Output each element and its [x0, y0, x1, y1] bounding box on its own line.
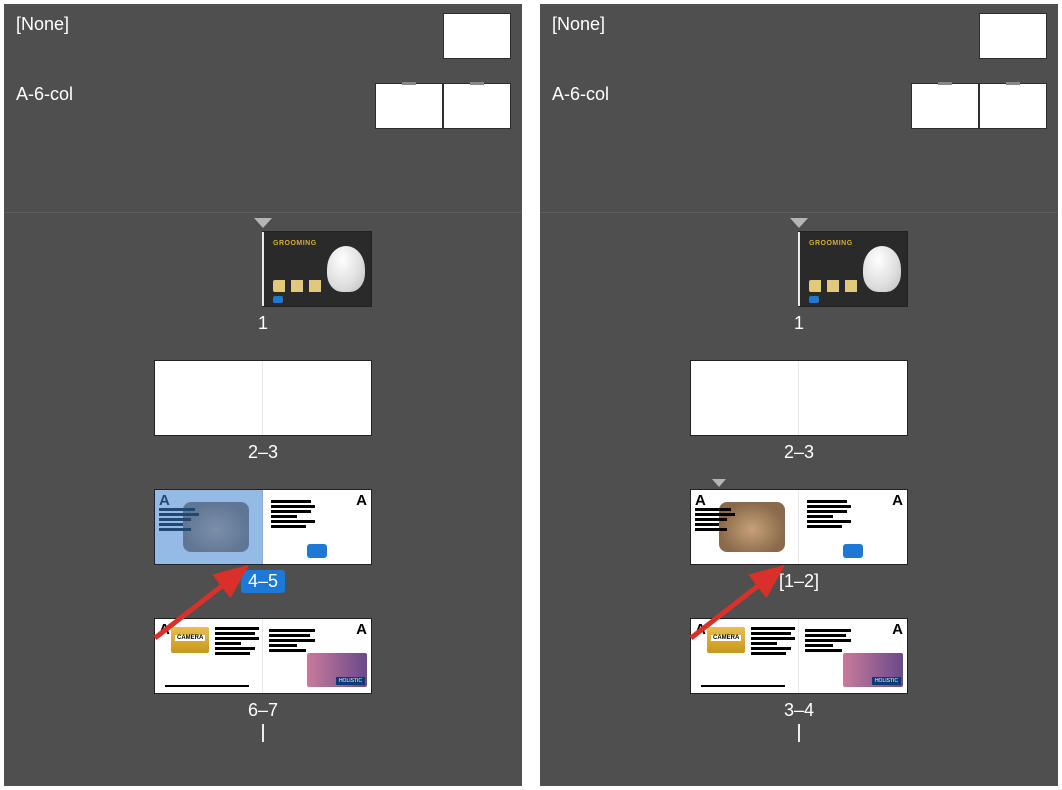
master-label: [None]	[16, 14, 69, 35]
master-badge: A	[356, 621, 367, 638]
page-thumb[interactable]: A	[155, 490, 263, 564]
spread[interactable]: A CAMERA A HOLISTIC 3–4	[691, 619, 907, 722]
masters-section: [None] A-6-col	[540, 4, 1058, 212]
spread[interactable]: A A [1–2]	[691, 490, 907, 593]
section-marker-icon	[790, 218, 808, 228]
master-page[interactable]	[980, 84, 1046, 128]
master-page[interactable]	[912, 84, 978, 128]
page-thumb[interactable]	[799, 361, 907, 435]
page-thumb[interactable]: A CAMERA	[691, 619, 799, 693]
page-thumb[interactable]	[155, 361, 263, 435]
pages-section: GROOMING 1 2–3 A	[4, 214, 522, 786]
master-label: [None]	[552, 14, 605, 35]
master-badge: A	[695, 492, 706, 509]
page-thumb[interactable]: A	[263, 490, 371, 564]
page-thumb[interactable]: A HOLISTIC	[799, 619, 907, 693]
master-page[interactable]	[444, 14, 510, 58]
master-thumbs[interactable]	[980, 14, 1046, 58]
page-number: 1	[787, 312, 811, 335]
page-thumb[interactable]	[691, 361, 799, 435]
page-number: 2–3	[241, 441, 285, 464]
master-row-none[interactable]: [None]	[552, 14, 1046, 72]
master-label: A-6-col	[552, 84, 609, 105]
page-number: 6–7	[241, 699, 285, 722]
master-row-a6col[interactable]: A-6-col	[16, 84, 510, 142]
page-number: 2–3	[777, 441, 821, 464]
master-thumbs[interactable]	[376, 84, 510, 128]
spread[interactable]: GROOMING 1	[155, 232, 371, 335]
page-number: 1	[251, 312, 275, 335]
section-marker-icon	[254, 218, 272, 228]
master-page[interactable]	[376, 84, 442, 128]
page-thumb[interactable]: GROOMING	[799, 232, 907, 306]
master-badge: A	[695, 621, 706, 638]
pages-panel-right: [None] A-6-col GROOMING	[540, 4, 1058, 786]
page-thumb[interactable]: A HOLISTIC	[263, 619, 371, 693]
masters-section: [None] A-6-col	[4, 4, 522, 212]
page-number: 3–4	[777, 699, 821, 722]
page-thumb[interactable]	[263, 361, 371, 435]
master-label: A-6-col	[16, 84, 73, 105]
pages-panel-left: [None] A-6-col GROOMING	[4, 4, 522, 786]
master-page[interactable]	[980, 14, 1046, 58]
page-thumb[interactable]: A	[799, 490, 907, 564]
page-thumb[interactable]: A CAMERA	[155, 619, 263, 693]
master-badge: A	[892, 492, 903, 509]
section-marker-icon	[712, 479, 726, 487]
page-number-section: [1–2]	[772, 570, 826, 593]
master-thumbs[interactable]	[912, 84, 1046, 128]
spread[interactable]: 2–3	[155, 361, 371, 464]
master-badge: A	[892, 621, 903, 638]
master-row-none[interactable]: [None]	[16, 14, 510, 72]
master-badge: A	[159, 621, 170, 638]
page-thumb[interactable]: GROOMING	[263, 232, 371, 306]
spread-selected[interactable]: A A 4–5	[155, 490, 371, 593]
master-badge: A	[159, 492, 170, 509]
spread[interactable]: GROOMING 1	[691, 232, 907, 335]
pages-section: GROOMING 1 2–3 A	[540, 214, 1058, 786]
page-number-selected: 4–5	[241, 570, 285, 593]
master-page[interactable]	[444, 84, 510, 128]
spread[interactable]: A CAMERA A HOLISTIC 6–7	[155, 619, 371, 722]
master-row-a6col[interactable]: A-6-col	[552, 84, 1046, 142]
spread[interactable]: 2–3	[691, 361, 907, 464]
master-badge: A	[356, 492, 367, 509]
page-thumb[interactable]: A	[691, 490, 799, 564]
master-thumbs[interactable]	[444, 14, 510, 58]
